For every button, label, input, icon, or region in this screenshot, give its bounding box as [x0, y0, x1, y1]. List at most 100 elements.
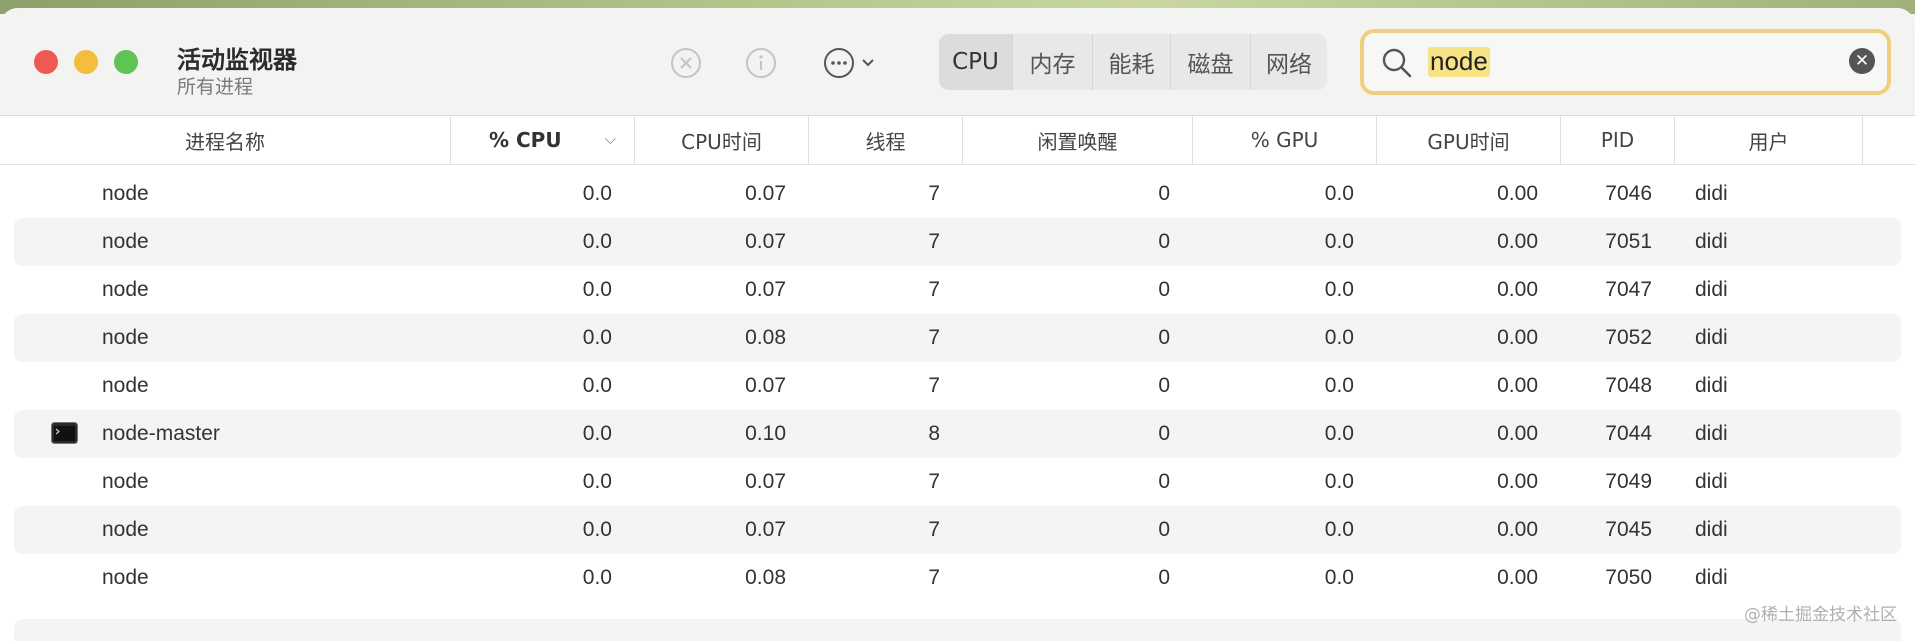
- stop-process-icon[interactable]: [669, 46, 703, 80]
- cpu-percent-cell: 0.0: [582, 470, 612, 493]
- column-header-process-name[interactable]: 进程名称: [0, 116, 451, 164]
- tab-cpu[interactable]: CPU: [939, 34, 1013, 90]
- cpu-percent-cell: 0.0: [582, 182, 612, 205]
- gpu-time-cell: 0.00: [1497, 182, 1538, 205]
- table-row[interactable]: node-master 0.0 0.10 8 0 0.0 0.00 7044 didi: [0, 410, 1915, 458]
- cpu-percent-cell: 0.0: [582, 422, 612, 445]
- gpu-time-cell: 0.00: [1497, 326, 1538, 349]
- cpu-time-cell: 0.07: [745, 230, 786, 253]
- sort-descending-icon: ⌵: [604, 130, 616, 148]
- zoom-window-button[interactable]: [114, 50, 138, 74]
- user-cell: didi: [1695, 518, 1728, 541]
- gpu-time-cell: 0.00: [1497, 422, 1538, 445]
- tab-network[interactable]: 网络: [1251, 34, 1327, 90]
- cpu-percent-cell: 0.0: [582, 326, 612, 349]
- idle-wakeups-cell: 0: [1158, 422, 1170, 445]
- window-title: 活动监视器: [177, 46, 297, 74]
- gpu-percent-cell: 0.0: [1324, 326, 1354, 349]
- process-name-cell: node: [102, 230, 149, 253]
- threads-cell: 7: [928, 518, 940, 541]
- user-cell: didi: [1695, 374, 1728, 397]
- pid-cell: 7046: [1605, 182, 1652, 205]
- table-row[interactable]: node 0.0 0.08 7 0 0.0 0.00 7050 didi: [0, 554, 1915, 602]
- table-row[interactable]: node 0.0 0.07 7 0 0.0 0.00 7049 didi: [0, 458, 1915, 506]
- cpu-time-cell: 0.07: [745, 470, 786, 493]
- watermark: @稀土掘金技术社区: [1744, 605, 1897, 625]
- process-name-cell: node: [102, 566, 149, 589]
- column-header-cpu-label: % CPU: [489, 128, 562, 152]
- gpu-percent-cell: 0.0: [1324, 278, 1354, 301]
- column-header-gpu-percent[interactable]: % GPU: [1193, 116, 1377, 164]
- idle-wakeups-cell: 0: [1158, 182, 1170, 205]
- idle-wakeups-cell: 0: [1158, 566, 1170, 589]
- threads-cell: 7: [928, 326, 940, 349]
- column-header-user[interactable]: 用户: [1675, 116, 1863, 164]
- cpu-time-cell: 0.07: [745, 278, 786, 301]
- tab-disk[interactable]: 磁盘: [1171, 34, 1251, 90]
- table-row[interactable]: node 0.0 0.07 7 0 0.0 0.00 7048 didi: [0, 362, 1915, 410]
- pid-cell: 7047: [1605, 278, 1652, 301]
- threads-cell: 7: [928, 278, 940, 301]
- cpu-percent-cell: 0.0: [582, 230, 612, 253]
- cpu-time-cell: 0.08: [745, 566, 786, 589]
- activity-monitor-window: 活动监视器 所有进程 CPU 内存 能耗 磁盘 网络 ✕ 进程名称: [0, 8, 1915, 641]
- gpu-percent-cell: 0.0: [1324, 422, 1354, 445]
- table-row[interactable]: node 0.0 0.07 7 0 0.0 0.00 7051 didi: [0, 218, 1915, 266]
- column-header-cpu-percent[interactable]: % CPU ⌵: [451, 116, 635, 164]
- search-input[interactable]: [1426, 43, 1834, 79]
- column-header-threads[interactable]: 线程: [809, 116, 963, 164]
- cpu-percent-cell: 0.0: [582, 566, 612, 589]
- minimize-window-button[interactable]: [74, 50, 98, 74]
- cpu-percent-cell: 0.0: [582, 374, 612, 397]
- search-icon: [1380, 46, 1414, 84]
- gpu-percent-cell: 0.0: [1324, 230, 1354, 253]
- column-header-cpu-time[interactable]: CPU时间: [635, 116, 809, 164]
- more-actions-icon[interactable]: [823, 46, 879, 80]
- gpu-percent-cell: 0.0: [1324, 470, 1354, 493]
- gpu-time-cell: 0.00: [1497, 566, 1538, 589]
- gpu-time-cell: 0.00: [1497, 518, 1538, 541]
- toolbar: 活动监视器 所有进程 CPU 内存 能耗 磁盘 网络 ✕: [0, 8, 1915, 116]
- column-header-idle-wakeups[interactable]: 闲置唤醒: [963, 116, 1193, 164]
- table-row[interactable]: node 0.0 0.08 7 0 0.0 0.00 7052 didi: [0, 314, 1915, 362]
- idle-wakeups-cell: 0: [1158, 230, 1170, 253]
- gpu-time-cell: 0.00: [1497, 374, 1538, 397]
- close-window-button[interactable]: [34, 50, 58, 74]
- user-cell: didi: [1695, 278, 1728, 301]
- pid-cell: 7045: [1605, 518, 1652, 541]
- gpu-percent-cell: 0.0: [1324, 374, 1354, 397]
- pid-cell: 7049: [1605, 470, 1652, 493]
- user-cell: didi: [1695, 422, 1728, 445]
- pid-cell: 7044: [1605, 422, 1652, 445]
- pid-cell: 7052: [1605, 326, 1652, 349]
- idle-wakeups-cell: 0: [1158, 518, 1170, 541]
- terminal-icon: [51, 422, 78, 444]
- user-cell: didi: [1695, 470, 1728, 493]
- user-cell: didi: [1695, 182, 1728, 205]
- threads-cell: 7: [928, 182, 940, 205]
- tab-energy[interactable]: 能耗: [1093, 34, 1171, 90]
- gpu-percent-cell: 0.0: [1324, 182, 1354, 205]
- gpu-time-cell: 0.00: [1497, 230, 1538, 253]
- cpu-time-cell: 0.10: [745, 422, 786, 445]
- column-header-pid[interactable]: PID: [1561, 116, 1675, 164]
- process-table: node 0.0 0.07 7 0 0.0 0.00 7046 didi node 0.0 0.07 7…: [0, 170, 1915, 602]
- table-row[interactable]: node 0.0 0.07 7 0 0.0 0.00 7046 didi: [0, 170, 1915, 218]
- idle-wakeups-cell: 0: [1158, 374, 1170, 397]
- threads-cell: 7: [928, 374, 940, 397]
- table-row[interactable]: node 0.0 0.07 7 0 0.0 0.00 7045 didi: [0, 506, 1915, 554]
- user-cell: didi: [1695, 230, 1728, 253]
- table-row[interactable]: node 0.0 0.07 7 0 0.0 0.00 7047 didi: [0, 266, 1915, 314]
- cpu-time-cell: 0.07: [745, 518, 786, 541]
- info-icon[interactable]: [744, 46, 778, 80]
- threads-cell: 7: [928, 230, 940, 253]
- idle-wakeups-cell: 0: [1158, 470, 1170, 493]
- tab-memory[interactable]: 内存: [1013, 34, 1093, 90]
- clear-search-icon[interactable]: ✕: [1849, 48, 1875, 74]
- search-field[interactable]: ✕: [1360, 29, 1891, 95]
- pid-cell: 7048: [1605, 374, 1652, 397]
- process-name-cell: node: [102, 182, 149, 205]
- cpu-percent-cell: 0.0: [582, 518, 612, 541]
- column-header-gpu-time[interactable]: GPU时间: [1377, 116, 1561, 164]
- empty-table-row: [14, 619, 1901, 641]
